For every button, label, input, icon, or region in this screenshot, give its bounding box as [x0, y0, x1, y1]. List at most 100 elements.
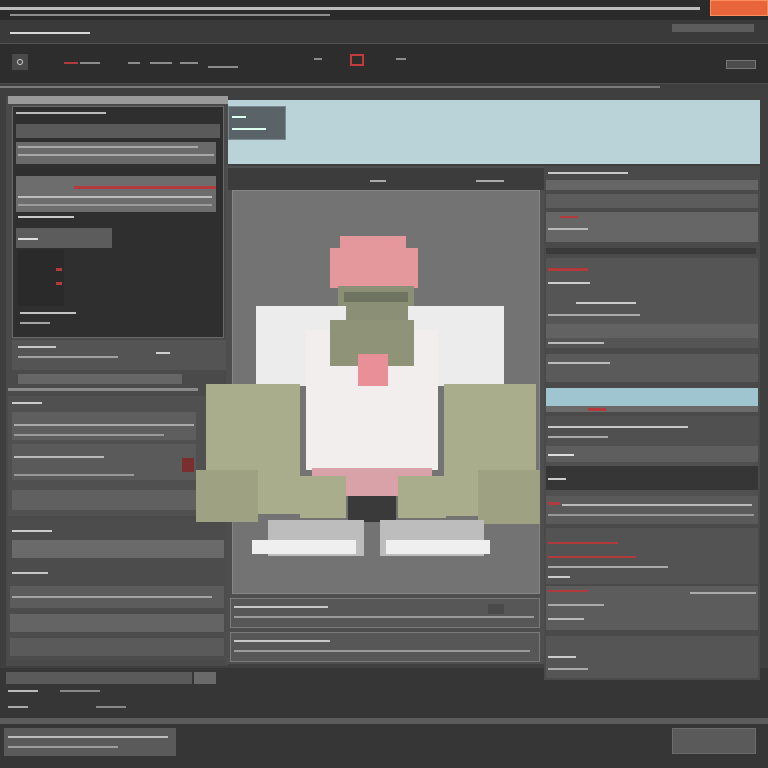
left-s2-line-2 [14, 424, 194, 426]
toolbar-right-field[interactable] [726, 60, 756, 69]
bottom-panel-left [4, 728, 176, 756]
right-s3-line-4 [548, 478, 566, 480]
bottom-line-1 [8, 690, 38, 692]
left-sub-line-2 [20, 312, 76, 314]
toolbar [0, 44, 768, 84]
left-s3-line-1 [12, 530, 52, 532]
left-sub-line-1 [18, 238, 38, 240]
left-prop-line-b [18, 154, 214, 156]
right-s5-line-1 [548, 566, 668, 568]
left-s2-line-3 [14, 434, 164, 436]
menu-right-chip[interactable] [672, 24, 754, 32]
right-s5-line-2 [548, 576, 570, 578]
bottom-right-button[interactable] [672, 728, 756, 754]
left-s3-row-4[interactable] [10, 638, 224, 656]
left-prop-line-a [18, 146, 198, 148]
canvas-tab-line-2 [232, 128, 266, 130]
right-divider-1 [546, 248, 756, 254]
left-prop-title [16, 112, 106, 114]
top-orange-button[interactable] [710, 0, 768, 16]
right-s2-line-5 [548, 362, 610, 364]
tool-label-1 [80, 62, 100, 64]
canvas-footer-2[interactable] [230, 632, 540, 662]
left-sub-red-1 [56, 268, 62, 271]
tool-label-6 [396, 58, 406, 60]
left-sub-grid [18, 250, 64, 306]
right-s6-line-1 [690, 592, 756, 594]
left-value-line-1 [18, 346, 56, 348]
right-s4-line-1 [562, 504, 752, 506]
bottom-field-1[interactable] [6, 672, 192, 684]
right-s4-line-2 [548, 514, 754, 516]
left-s2-line-4 [14, 456, 104, 458]
left-s2-row-3[interactable] [12, 490, 222, 510]
left-prop-row-3[interactable] [16, 176, 216, 212]
canvas-footer-line-4 [234, 650, 530, 652]
right-s2-line-4 [548, 342, 604, 344]
bottom-line-5 [8, 736, 168, 738]
tool-label-5 [314, 58, 322, 60]
left-value-line-3 [156, 352, 170, 354]
right-s5-red-1 [548, 542, 618, 544]
sky-band [228, 100, 760, 164]
tool-red-mark-1 [64, 62, 78, 64]
left-s2-red [182, 458, 194, 472]
right-s7-line-2 [548, 668, 588, 670]
character-cap-2 [330, 248, 418, 288]
right-sky-strip [546, 388, 758, 408]
character-hand-left [196, 470, 258, 522]
left-value-row[interactable] [12, 340, 226, 370]
character-gem [358, 354, 388, 386]
title-bar-line-2 [10, 14, 330, 16]
right-section-4 [546, 496, 758, 524]
right-s6-line-3 [548, 618, 584, 620]
right-s2-line-2 [576, 302, 636, 304]
canvas-tab-line-1 [232, 116, 246, 118]
character-hand-right [478, 470, 540, 524]
right-s1-row-2[interactable] [546, 194, 758, 208]
character-sole-right [386, 540, 490, 554]
right-s6-line-2 [548, 604, 604, 606]
toolbar-rule [0, 86, 660, 88]
right-s2-row-2[interactable] [546, 354, 758, 382]
left-s3-row-3[interactable] [10, 614, 224, 632]
left-divider-1 [8, 388, 198, 391]
canvas-header-line-2 [476, 180, 504, 182]
left-s3-line-2 [12, 572, 48, 574]
character-leg-left [300, 476, 346, 518]
left-s3-row-1[interactable] [12, 540, 224, 558]
bottom-line-2 [60, 690, 100, 692]
right-s3-row-2[interactable] [546, 466, 758, 490]
gear-icon[interactable] [17, 59, 23, 65]
right-s1-row-1[interactable] [546, 180, 758, 190]
right-s7-line-1 [548, 656, 576, 658]
canvas-tab[interactable] [228, 106, 286, 140]
left-s2-line-1 [12, 402, 42, 404]
right-s2-line-3 [548, 314, 640, 316]
right-section-7[interactable] [546, 636, 758, 678]
right-s6-red [548, 590, 588, 592]
tool-red-icon[interactable] [350, 54, 364, 66]
right-s1-line-1 [548, 172, 628, 174]
canvas-header-line-1 [370, 180, 386, 182]
bottom-field-2[interactable] [194, 672, 216, 684]
bottom-line-4 [96, 706, 126, 708]
canvas-footer-close[interactable] [488, 604, 504, 614]
tool-label-7 [208, 66, 238, 68]
canvas-footer-line-3 [234, 640, 330, 642]
right-s2-red-1 [548, 268, 588, 271]
right-s5-red-2 [548, 556, 636, 558]
right-sky-strip-line [546, 406, 758, 412]
right-s3-row-1[interactable] [546, 446, 758, 462]
right-s3-line-1 [548, 426, 688, 428]
title-bar [0, 0, 768, 20]
left-section-line-1 [18, 216, 74, 218]
left-value-field[interactable] [18, 374, 182, 384]
right-s1-line-2 [548, 228, 588, 230]
canvas-header [228, 168, 544, 190]
right-s4-red [548, 502, 560, 505]
right-s3-red [588, 408, 606, 411]
tool-label-3 [150, 62, 172, 64]
right-s2-row[interactable] [546, 324, 758, 338]
left-prop-row-1 [16, 124, 220, 138]
